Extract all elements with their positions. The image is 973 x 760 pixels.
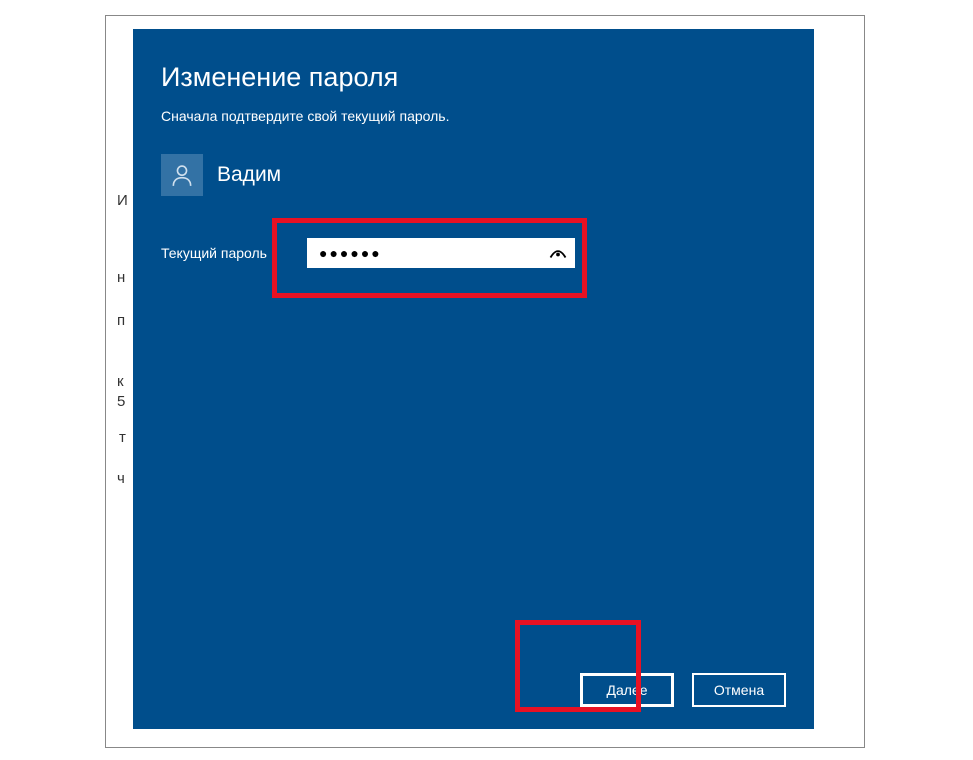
dialog-subtitle: Сначала подтвердите свой текущий пароль. xyxy=(161,108,786,124)
cancel-button[interactable]: Отмена xyxy=(692,673,786,707)
button-bar: Далее Отмена xyxy=(580,673,786,707)
current-password-input[interactable] xyxy=(309,240,543,266)
person-icon xyxy=(169,162,195,188)
next-button[interactable]: Далее xyxy=(580,673,674,707)
reveal-password-button[interactable] xyxy=(543,240,573,266)
change-password-dialog: Изменение пароля Сначала подтвердите сво… xyxy=(133,29,814,729)
dialog-title: Изменение пароля xyxy=(161,62,786,93)
current-password-row: Текущий пароль xyxy=(161,238,786,268)
user-row: Вадим xyxy=(161,154,786,196)
password-input-wrap xyxy=(307,238,575,268)
username-label: Вадим xyxy=(217,163,281,187)
avatar xyxy=(161,154,203,196)
current-password-label: Текущий пароль xyxy=(161,245,307,261)
eye-icon xyxy=(549,247,567,259)
